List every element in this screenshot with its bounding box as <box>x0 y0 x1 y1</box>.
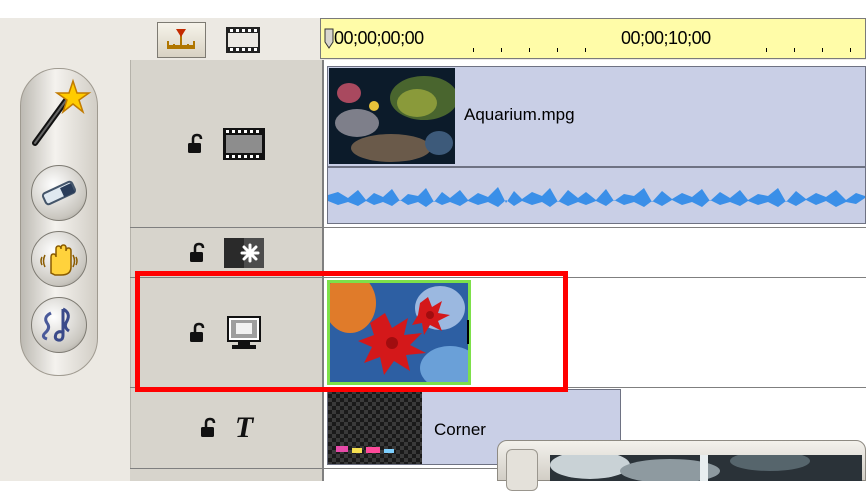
tool-palette <box>20 68 98 376</box>
music-icon <box>41 307 70 342</box>
storyboard-view-icon <box>226 27 260 53</box>
magic-wand-icon <box>32 78 92 146</box>
time-ruler[interactable]: 00;00;00;00 00;00;10;00 <box>320 18 866 59</box>
ruler-tick <box>585 48 586 52</box>
ruler-tick <box>529 48 530 52</box>
timeline-view-button[interactable] <box>157 22 206 58</box>
trim-tool-button[interactable] <box>31 165 87 221</box>
unlock-icon[interactable] <box>188 242 210 264</box>
ruler-tick <box>557 48 558 52</box>
next-track-header <box>130 469 322 481</box>
hand-tool-button[interactable] <box>31 231 87 287</box>
trim-icon <box>41 180 77 206</box>
video-audio-band[interactable] <box>327 167 866 224</box>
music-tool-button[interactable] <box>31 297 87 353</box>
overlay-track-highlight <box>135 271 568 392</box>
ruler-tick <box>822 48 823 52</box>
video-track-header[interactable] <box>130 60 322 227</box>
unlock-icon[interactable] <box>186 133 208 155</box>
ruler-tick <box>794 48 795 52</box>
storyboard-view-button[interactable] <box>219 22 268 58</box>
title-t-icon: T <box>234 411 254 444</box>
film-icon <box>223 127 265 160</box>
hand-icon <box>40 244 78 276</box>
ruler-tick <box>473 48 474 52</box>
ruler-tick <box>501 48 502 52</box>
timeline-view-icon <box>167 29 195 49</box>
ruler-tick <box>850 48 851 52</box>
timecode-start: 00;00;00;00 <box>334 28 424 48</box>
video-clip[interactable]: Aquarium.mpg <box>327 66 866 167</box>
magic-wand-button[interactable] <box>23 73 95 153</box>
ruler-tick <box>766 48 767 52</box>
preview-window-frame-edge <box>506 449 538 491</box>
timecode-mid: 00;00;10;00 <box>621 28 711 48</box>
preview-window[interactable] <box>497 440 866 491</box>
audio-waveform <box>328 187 865 207</box>
title-thumbnail <box>328 390 422 464</box>
video-thumbnail <box>329 68 455 164</box>
title-track-header[interactable]: T <box>130 388 322 468</box>
transition-icon <box>224 237 264 268</box>
title-clip-label: Corner <box>434 420 486 439</box>
video-clip-label: Aquarium.mpg <box>464 105 575 124</box>
preview-image <box>550 455 862 481</box>
unlock-icon[interactable] <box>199 417 221 439</box>
effect-track-header[interactable] <box>130 228 322 277</box>
